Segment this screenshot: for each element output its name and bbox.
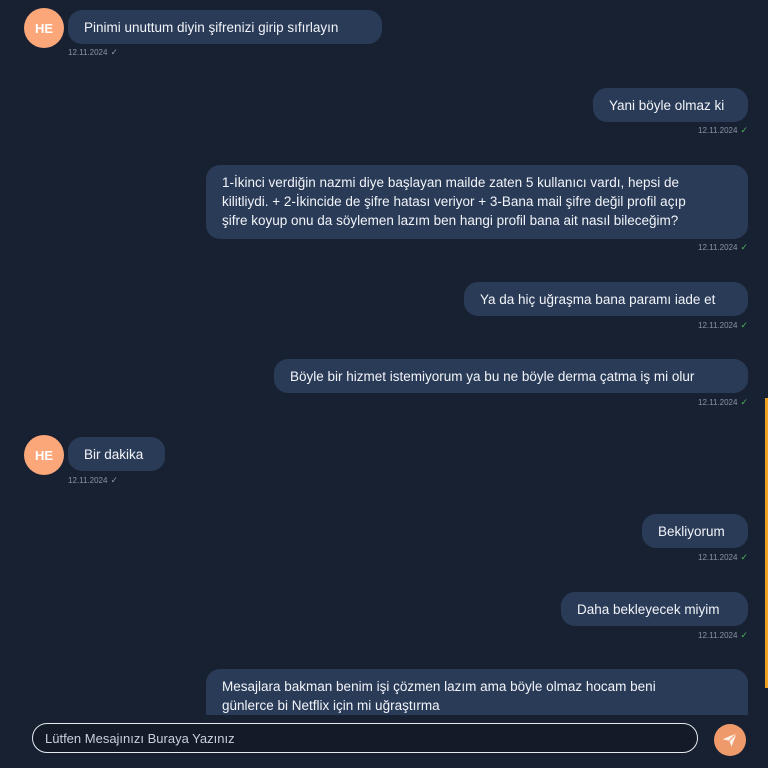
message-date: 12.11.2024 bbox=[698, 321, 738, 330]
outgoing-message-bubble: Bekliyorum bbox=[642, 514, 748, 548]
outgoing-message-bubble: Mesajlara bakman benim işi çözmen lazım … bbox=[206, 669, 748, 715]
message-meta: 12.11.2024 ✓ bbox=[698, 320, 748, 331]
paper-plane-icon bbox=[722, 732, 738, 747]
message-meta: 12.11.2024 ✓ bbox=[698, 397, 748, 408]
message-meta: 12.11.2024 ✓ bbox=[698, 552, 748, 563]
message-date: 12.11.2024 bbox=[698, 126, 738, 135]
chat-message-list[interactable]: HE Pinimi unuttum diyin şifrenizi girip … bbox=[0, 0, 768, 715]
outgoing-message-bubble: Ya da hiç uğraşma bana paramı iade et bbox=[464, 282, 748, 316]
avatar: HE bbox=[24, 435, 64, 475]
message-input[interactable] bbox=[32, 723, 698, 753]
read-check-icon: ✓ bbox=[740, 552, 748, 562]
message-text: Pinimi unuttum diyin şifrenizi girip sıf… bbox=[84, 19, 339, 35]
outgoing-message-bubble: Böyle bir hizmet istemiyorum ya bu ne bö… bbox=[274, 359, 748, 393]
message-line: şifre koyup onu da söylemen lazım ben ha… bbox=[222, 213, 679, 228]
message-date: 12.11.2024 bbox=[698, 243, 738, 252]
message-date: 12.11.2024 bbox=[698, 631, 738, 640]
single-check-icon: ✓ bbox=[110, 47, 118, 57]
read-check-icon: ✓ bbox=[740, 630, 748, 640]
message-text: Ya da hiç uğraşma bana paramı iade et bbox=[480, 291, 716, 307]
message-text: Yani böyle olmaz ki bbox=[609, 97, 725, 113]
message-meta: 12.11.2024 ✓ bbox=[68, 47, 118, 58]
message-text: Böyle bir hizmet istemiyorum ya bu ne bö… bbox=[290, 368, 695, 384]
incoming-message-bubble: Bir dakika bbox=[68, 437, 165, 471]
read-check-icon: ✓ bbox=[740, 397, 748, 407]
message-text: Bekliyorum bbox=[658, 523, 725, 539]
message-date: 12.11.2024 bbox=[698, 398, 738, 407]
message-date: 12.11.2024 bbox=[68, 48, 108, 57]
message-line: 1-İkinci verdiğin nazmi diye başlayan ma… bbox=[222, 175, 679, 190]
message-meta: 12.11.2024 ✓ bbox=[698, 242, 748, 253]
outgoing-message-bubble: 1-İkinci verdiğin nazmi diye başlayan ma… bbox=[206, 165, 748, 239]
message-text: Mesajlara bakman benim işi çözmen lazım … bbox=[222, 677, 656, 715]
message-date: 12.11.2024 bbox=[698, 553, 738, 562]
message-meta: 12.11.2024 ✓ bbox=[698, 630, 748, 641]
message-meta: 12.11.2024 ✓ bbox=[698, 125, 748, 136]
send-button[interactable] bbox=[714, 724, 746, 756]
message-line: kilitliydi. + 2-İkincide de şifre hatası… bbox=[222, 194, 686, 209]
outgoing-message-bubble: Yani böyle olmaz ki bbox=[593, 88, 748, 122]
message-line: günlerce bi Netflix için mi uğraştırma bbox=[222, 698, 440, 713]
message-line: Mesajlara bakman benim işi çözmen lazım … bbox=[222, 679, 656, 694]
message-text: Daha bekleyecek miyim bbox=[577, 601, 720, 617]
incoming-message-bubble: Pinimi unuttum diyin şifrenizi girip sıf… bbox=[68, 10, 382, 44]
single-check-icon: ✓ bbox=[110, 475, 118, 485]
read-check-icon: ✓ bbox=[740, 125, 748, 135]
message-meta: 12.11.2024 ✓ bbox=[68, 475, 118, 486]
read-check-icon: ✓ bbox=[740, 242, 748, 252]
read-check-icon: ✓ bbox=[740, 320, 748, 330]
outgoing-message-bubble: Daha bekleyecek miyim bbox=[561, 592, 748, 626]
avatar: HE bbox=[24, 8, 64, 48]
message-date: 12.11.2024 bbox=[68, 476, 108, 485]
message-text: Bir dakika bbox=[84, 446, 144, 462]
message-text: 1-İkinci verdiğin nazmi diye başlayan ma… bbox=[222, 173, 686, 230]
